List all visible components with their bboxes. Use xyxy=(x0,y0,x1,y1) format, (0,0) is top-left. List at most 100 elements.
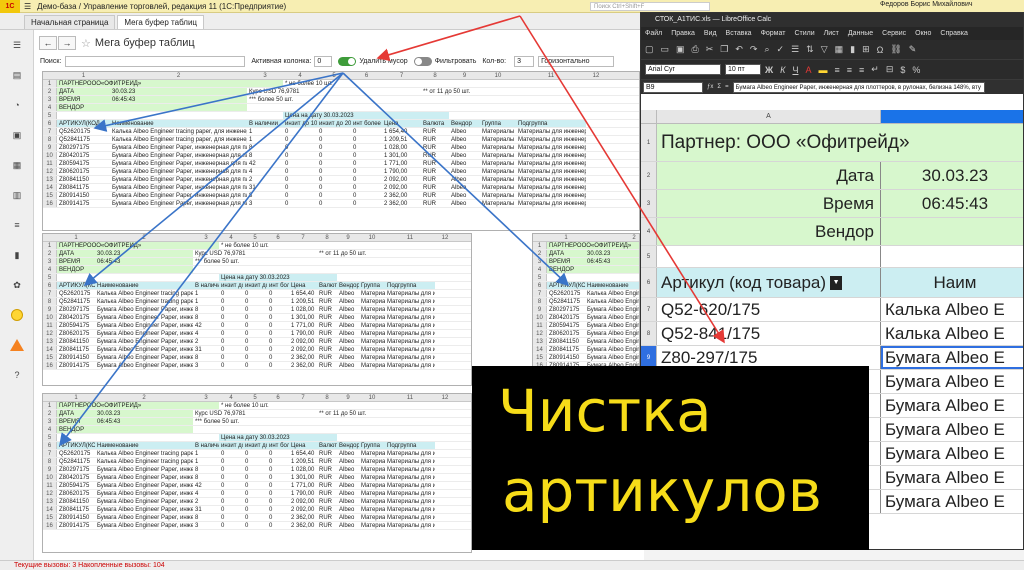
name-cell[interactable]: Бумага Albeo E xyxy=(881,466,1023,489)
sidebar-coin-icon[interactable] xyxy=(0,300,34,330)
menu-icon[interactable]: ☰ xyxy=(24,2,31,11)
percent-icon[interactable]: % xyxy=(912,65,920,75)
sidebar-chart-icon[interactable]: ▤ xyxy=(0,60,34,90)
col-header-a[interactable]: A xyxy=(657,110,881,123)
lo-menu-item[interactable]: Правка xyxy=(671,27,695,40)
highlight-icon[interactable]: ▬ xyxy=(818,65,827,75)
wrap-icon[interactable]: ↵ xyxy=(871,64,879,75)
name-box[interactable]: B9 xyxy=(643,81,703,93)
underline-icon[interactable]: Ч xyxy=(792,65,798,75)
trim-toggle[interactable] xyxy=(338,56,357,66)
align-left-icon[interactable]: ≡ xyxy=(834,65,839,75)
undo-icon[interactable]: ↶ xyxy=(735,44,743,55)
name-cell[interactable]: Бумага Albeo E xyxy=(881,394,1023,417)
lo-menu-item[interactable]: Вид xyxy=(704,27,717,40)
article-cell[interactable]: Q52-620/175 xyxy=(657,298,881,321)
favorite-star-icon[interactable]: ☆ xyxy=(81,37,91,50)
print-icon[interactable]: ⎙ xyxy=(692,44,699,55)
font-size-box[interactable]: 10 пт xyxy=(725,64,761,75)
sidebar-gear-icon[interactable]: ✿ xyxy=(0,270,34,300)
merge-icon[interactable]: ⊟ xyxy=(886,64,894,75)
count-field[interactable]: 3 xyxy=(514,55,535,67)
italic-icon[interactable]: К xyxy=(780,65,785,75)
article-header-cell[interactable]: Артикул (код товара) xyxy=(661,273,826,293)
lo-menu-item[interactable]: Справка xyxy=(940,27,967,40)
sidebar-box-icon[interactable]: ▥ xyxy=(0,180,34,210)
sidebar-list-icon[interactable]: ≡ xyxy=(0,210,34,240)
name-cell[interactable]: Бумага Albeo E xyxy=(881,442,1023,465)
link-icon[interactable]: ⛓ xyxy=(890,44,901,55)
sidebar-doc-icon[interactable]: ▣ xyxy=(0,120,34,150)
autofilter-dropdown-icon[interactable]: ▼ xyxy=(830,275,843,290)
open-icon[interactable]: ▭ xyxy=(661,44,670,55)
user-name[interactable]: Федоров Борис Михайлович xyxy=(880,1,973,8)
font-color-icon[interactable]: A xyxy=(805,65,811,75)
name-header-cell[interactable]: Наим xyxy=(881,268,1023,297)
name-cell[interactable]: Калька Albeo E xyxy=(881,298,1023,321)
cut-icon[interactable]: ✂ xyxy=(706,44,714,55)
lo-menu-item[interactable]: Формат xyxy=(761,27,786,40)
filter-toggle[interactable] xyxy=(413,56,432,66)
equals-icon[interactable]: = xyxy=(725,84,729,90)
new-doc-icon[interactable]: ▢ xyxy=(645,44,654,55)
lo-menu-item[interactable]: Окно xyxy=(915,27,931,40)
spell-icon[interactable]: ✓ xyxy=(777,44,785,55)
omega-icon[interactable]: Ω xyxy=(877,45,884,55)
sidebar-menu-icon[interactable]: ☰ xyxy=(0,30,34,60)
forward-button[interactable]: → xyxy=(58,36,76,50)
sidebar-warning-icon[interactable] xyxy=(0,330,34,360)
back-button[interactable]: ← xyxy=(39,36,57,50)
save-icon[interactable]: ▣ xyxy=(676,44,685,55)
name-cell[interactable]: Бумага Albeo E xyxy=(881,490,1023,513)
search-input[interactable] xyxy=(65,55,246,67)
find-icon[interactable]: ⌕ xyxy=(764,44,769,55)
lo-menu-item[interactable]: Лист xyxy=(824,27,839,40)
vendor-label-cell[interactable]: Вендор xyxy=(657,218,881,245)
name-cell[interactable]: Бумага Albeo E xyxy=(881,418,1023,441)
time-value-cell[interactable]: 06:45:43 xyxy=(881,190,1023,217)
tab-mega-buffer[interactable]: Мега буфер таблиц xyxy=(117,15,205,29)
lo-menu-item[interactable]: Сервис xyxy=(882,27,906,40)
name-cell[interactable]: Бумага Albeo E xyxy=(881,370,1023,393)
redo-icon[interactable]: ↷ xyxy=(750,44,758,55)
sort-icon[interactable]: ⇅ xyxy=(806,44,814,55)
active-col-field[interactable]: 0 xyxy=(314,55,333,67)
lo-menu-item[interactable]: Стили xyxy=(794,27,814,40)
formula-input[interactable]: Бумага Albeo Engineer Paper, инженерная … xyxy=(732,81,985,93)
partner-cell[interactable]: Партнер: ООО «Офитрейд» xyxy=(657,124,1023,161)
sum-icon[interactable]: Σ xyxy=(717,84,721,90)
copy-icon[interactable]: ❐ xyxy=(720,44,728,55)
sidebar-bar-chart-icon[interactable]: ▮ xyxy=(0,240,34,270)
sidebar-cart-icon[interactable]: ▦ xyxy=(0,150,34,180)
lo-menu-item[interactable]: Данные xyxy=(848,27,873,40)
vendor-value-cell[interactable] xyxy=(881,218,1023,245)
tab-home[interactable]: Начальная страница xyxy=(24,15,116,29)
lo-menu-item[interactable]: Вставка xyxy=(726,27,752,40)
lo-menu-item[interactable]: Файл xyxy=(645,27,662,40)
image-icon[interactable]: ▦ xyxy=(835,44,844,55)
filter-icon[interactable]: ▽ xyxy=(821,44,828,55)
orientation-select[interactable]: Горизонтально xyxy=(538,55,615,67)
chart-icon[interactable]: ▮ xyxy=(850,44,855,55)
date-value-cell[interactable]: 30.03.23 xyxy=(881,162,1023,189)
date-label-cell[interactable]: Дата xyxy=(657,162,881,189)
sidebar-help-icon[interactable]: ? xyxy=(0,360,34,390)
align-right-icon[interactable]: ≡ xyxy=(859,65,864,75)
name-cell[interactable]: Калька Albeo E xyxy=(881,322,1023,345)
function-wizard-icon[interactable]: ƒx xyxy=(707,84,713,90)
font-name-box[interactable]: Arial Cyr xyxy=(645,64,721,75)
name-cell[interactable]: Бумага Albeo E xyxy=(881,346,1023,369)
bold-icon[interactable]: Ж xyxy=(765,65,773,75)
global-search-input[interactable]: Поиск Ctrl+Shift+F xyxy=(590,2,710,11)
row-number[interactable]: 8 xyxy=(641,322,657,345)
pivot-icon[interactable]: ⊞ xyxy=(862,44,870,55)
align-center-icon[interactable]: ≡ xyxy=(847,65,852,75)
comment-icon[interactable]: ✎ xyxy=(909,44,917,55)
time-label-cell[interactable]: Время xyxy=(657,190,881,217)
currency-icon[interactable]: $ xyxy=(900,65,905,75)
row-number[interactable]: 7 xyxy=(641,298,657,321)
rows-icon[interactable]: ☰ xyxy=(791,44,799,55)
sidebar-money-icon[interactable]: ◔ xyxy=(0,90,34,120)
col-header-b[interactable] xyxy=(881,110,1023,123)
article-cell[interactable]: Q52-841/175 xyxy=(657,322,881,345)
